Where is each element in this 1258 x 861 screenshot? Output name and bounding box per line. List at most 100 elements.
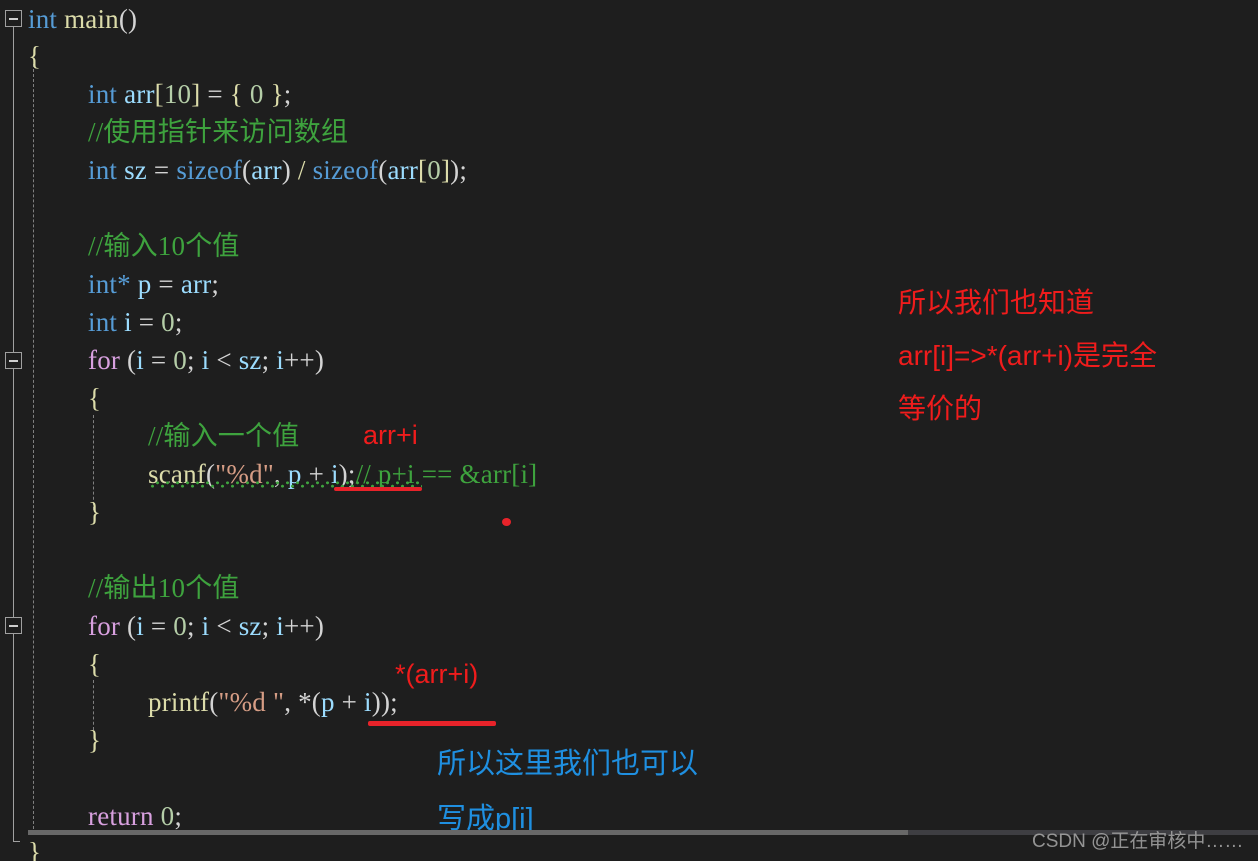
token-var-i: i xyxy=(201,611,210,641)
code-area[interactable]: int main() { int arr[10] = { 0 }; //使用指针… xyxy=(0,0,1258,861)
token-brace-open: { xyxy=(88,383,102,413)
code-line-close-brace-main: } xyxy=(0,833,41,861)
token-equals: = xyxy=(207,79,223,109)
code-line-close-brace-for-output: } xyxy=(0,721,101,759)
token-var-i: i xyxy=(136,611,144,641)
token-brace-close: } xyxy=(88,725,102,755)
annotation-blue-block-line1: 所以这里我们也可以 xyxy=(437,748,699,780)
token-slash: / xyxy=(297,155,306,185)
token-number-zero: 0 xyxy=(173,611,187,641)
token-init-brace-close: } xyxy=(270,79,284,109)
token-var-sz: sz xyxy=(238,611,262,641)
token-function-printf: printf xyxy=(148,687,210,717)
token-keyword-int: int xyxy=(88,79,118,109)
token-keyword-int-pointer: int* xyxy=(88,269,131,299)
token-brace-close: } xyxy=(88,497,102,527)
token-equals: = xyxy=(150,611,167,641)
token-bracket-open: [ xyxy=(154,79,164,109)
token-increment: ++) xyxy=(283,611,325,641)
token-plus: + xyxy=(341,687,358,717)
token-bracket-open: [ xyxy=(418,155,428,185)
code-line-open-brace-for-input: { xyxy=(0,379,101,417)
annotation-red-block-line1: 所以我们也知道 xyxy=(898,287,1095,318)
token-bracket-close: ] xyxy=(440,155,451,185)
token-equals: = xyxy=(153,155,170,185)
underline-printf-arg xyxy=(368,721,496,726)
code-line-printf: printf("%d ", *(p + i)); xyxy=(0,683,398,721)
code-line-i-decl: int i = 0; xyxy=(0,303,183,341)
token-less-than: < xyxy=(216,345,232,375)
token-equals: = xyxy=(150,345,167,375)
code-screenshot: int main() { int arr[10] = { 0 }; //使用指针… xyxy=(0,0,1258,861)
token-paren-open: ( xyxy=(127,611,137,641)
token-semicolon: ; xyxy=(187,345,195,375)
token-paren-close: ) xyxy=(281,155,291,185)
token-less-than: < xyxy=(216,611,232,641)
token-semicolon: ; xyxy=(459,155,468,185)
token-increment: ++) xyxy=(283,345,325,375)
code-line-main: int main() xyxy=(0,0,137,38)
token-index-zero: 0 xyxy=(427,155,441,185)
token-paren-close: ) xyxy=(450,155,460,185)
token-brace-open: { xyxy=(88,649,102,679)
token-semicolon: ; xyxy=(390,687,398,717)
token-init-brace-open: { xyxy=(229,79,243,109)
token-parens: () xyxy=(118,4,138,34)
token-var-i: i xyxy=(364,687,372,717)
token-equals: = xyxy=(138,307,155,337)
token-function-main: main xyxy=(64,4,119,34)
code-line-for-output: for (i = 0; i < sz; i++) xyxy=(0,607,324,645)
token-semicolon: ; xyxy=(261,345,270,375)
code-line-open-brace-main: { xyxy=(0,37,41,75)
token-semicolon: ; xyxy=(174,307,183,337)
token-equals: = xyxy=(158,269,174,299)
token-var-i: i xyxy=(136,345,144,375)
token-comma: , xyxy=(284,687,292,717)
token-var-arr: arr xyxy=(251,155,282,185)
token-string-format: "%d " xyxy=(218,687,285,717)
annotation-red-block-line2: arr[i]=>*(arr+i)是完全 xyxy=(898,340,1158,371)
token-keyword-int: int xyxy=(88,155,118,185)
token-var-sz: sz xyxy=(124,155,147,185)
csdn-watermark: CSDN @正在审核中…… xyxy=(1032,831,1244,852)
token-semicolon: ; xyxy=(211,269,220,299)
token-number-zero: 0 xyxy=(173,345,187,375)
token-var-i: i xyxy=(276,611,284,641)
code-line-comment-output10: //输出10个值 xyxy=(88,573,240,603)
token-paren-open: ( xyxy=(209,687,219,717)
token-keyword-for: for xyxy=(88,611,121,641)
token-keyword-int: int xyxy=(88,307,118,337)
token-paren-open: ( xyxy=(241,155,252,185)
token-keyword-int: int xyxy=(28,4,58,34)
code-line-for-input: for (i = 0; i < sz; i++) xyxy=(0,341,324,379)
token-number-zero: 0 xyxy=(160,801,175,831)
token-dereference: *( xyxy=(298,687,321,717)
code-line-close-brace-for-input: } xyxy=(0,493,101,531)
code-line-arr-decl: int arr[10] = { 0 }; xyxy=(0,75,291,113)
annotation-red-block-line3: 等价的 xyxy=(898,393,983,424)
token-semicolon: ; xyxy=(187,611,195,641)
code-line-p-decl: int* p = arr; xyxy=(0,265,219,303)
token-var-sz: sz xyxy=(238,345,262,375)
token-var-i: i xyxy=(276,345,284,375)
horizontal-scrollbar-thumb[interactable] xyxy=(28,830,908,835)
annotation-red-printf: *(arr+i) xyxy=(395,659,479,689)
token-brace-open: { xyxy=(28,41,42,71)
token-keyword-return: return xyxy=(88,801,154,831)
token-number-10: 10 xyxy=(163,79,192,109)
token-semicolon: ; xyxy=(283,79,292,109)
token-var-arr: arr xyxy=(180,269,212,299)
token-brace-close: } xyxy=(28,837,42,861)
token-keyword-sizeof: sizeof xyxy=(176,155,242,185)
code-line-comment-input10: //输入10个值 xyxy=(88,231,240,261)
token-number-zero: 0 xyxy=(161,307,175,337)
token-keyword-sizeof: sizeof xyxy=(312,155,379,185)
red-dot-marker xyxy=(502,518,511,526)
token-keyword-for: for xyxy=(88,345,121,375)
token-number-zero: 0 xyxy=(249,79,264,109)
code-line-comment-pointer: //使用指针来访问数组 xyxy=(88,117,349,147)
code-line-sz-decl: int sz = sizeof(arr) / sizeof(arr[0]); xyxy=(0,151,467,189)
token-var-p: p xyxy=(321,687,335,717)
code-line-comment-input1: //输入一个值 xyxy=(148,421,300,451)
token-var-p: p xyxy=(137,269,152,299)
